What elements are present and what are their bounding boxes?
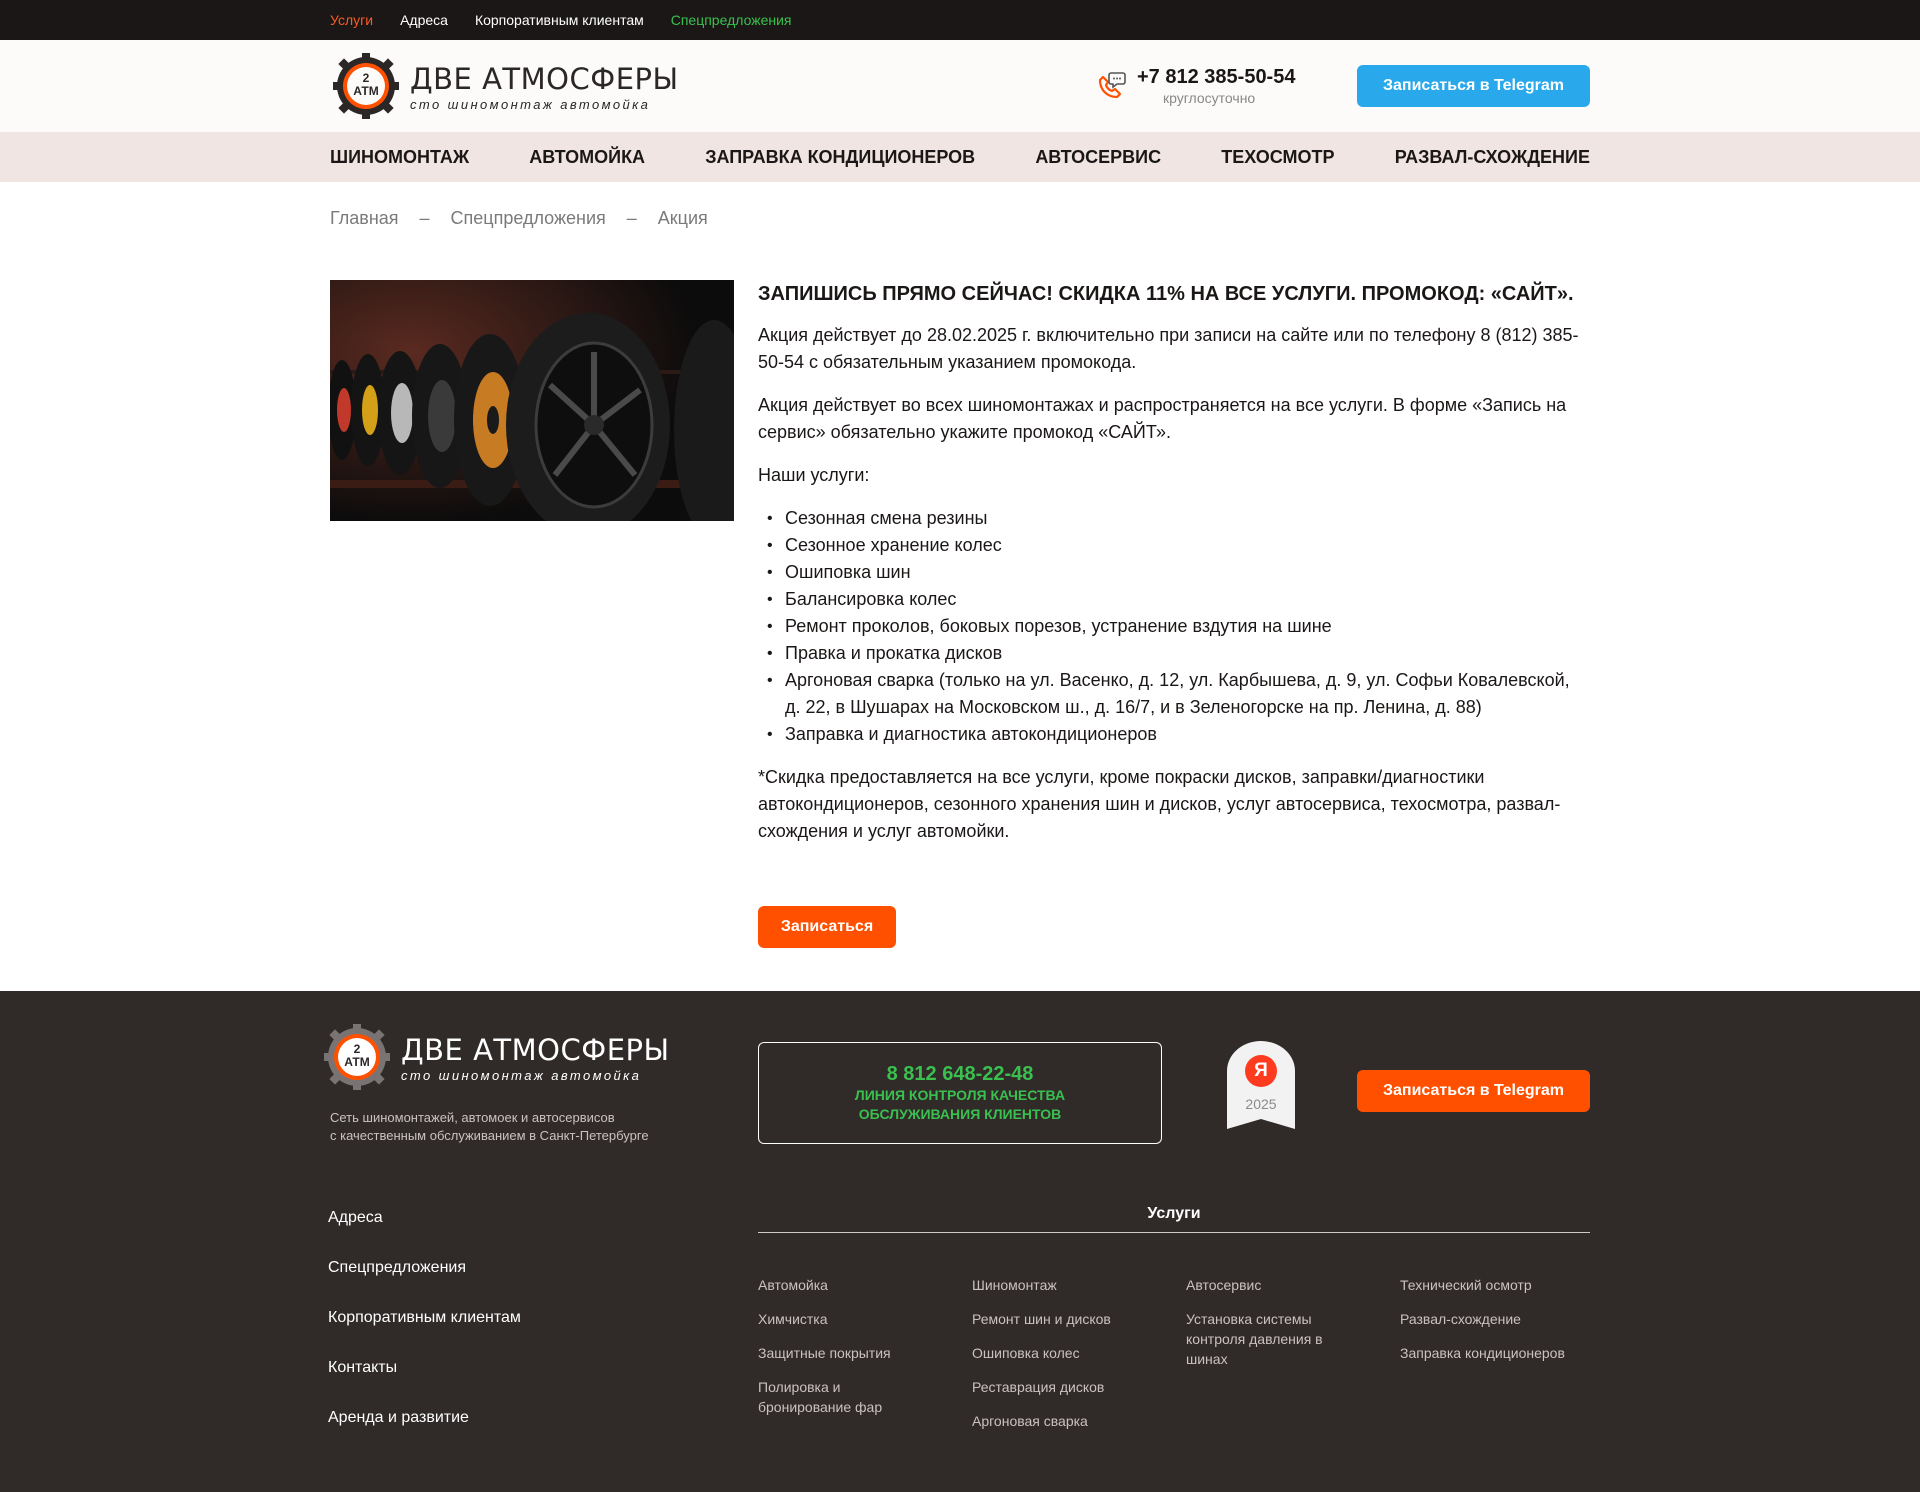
- breadcrumb-current: Акция: [657, 208, 708, 228]
- footer-services-title: Услуги: [758, 1205, 1590, 1233]
- logo-subtitle: сто шиномонтаж автомойка: [410, 97, 651, 112]
- quality-text: Линия контроля качества: [854, 1087, 1066, 1103]
- yandex-rating-badge[interactable]: Я 2025: [1225, 1041, 1297, 1133]
- phone-chat-icon: [1098, 72, 1126, 99]
- logo-title: ДВЕ АТМОСФЕРЫ: [410, 62, 679, 96]
- footer-service-link[interactable]: Технический осмотр: [1400, 1275, 1600, 1295]
- header-phone[interactable]: +7 812 385-50-54 круглосуточно: [1095, 66, 1305, 110]
- footer-description: Сеть шиномонтажей, автомоек и автосервис…: [330, 1109, 649, 1145]
- list-item: Балансировка колес: [758, 586, 1590, 613]
- footer-logo[interactable]: 2 АТМ ДВЕ АТМОСФЕРЫ сто шиномонтаж автом…: [324, 1024, 669, 1090]
- logo-badge: 2 АТМ: [353, 71, 379, 98]
- topbar-link-services[interactable]: Услуги: [330, 12, 373, 28]
- quality-text: обслуживания клиентов: [858, 1106, 1062, 1122]
- footer-service-link[interactable]: Установка системы контроля давления в ши…: [1186, 1309, 1336, 1369]
- breadcrumb-home[interactable]: Главная: [330, 208, 399, 229]
- footer-service-link[interactable]: Аргоновая сварка: [972, 1411, 1142, 1431]
- site-footer: 2 АТМ ДВЕ АТМОСФЕРЫ сто шиномонтаж автом…: [0, 991, 1920, 1492]
- main-nav: Шиномонтаж Автомойка Заправка кондиционе…: [0, 132, 1920, 182]
- breadcrumb: Главная – Спецпредложения – Акция: [330, 208, 708, 229]
- nav-item-wheel-alignment[interactable]: Развал-схождение: [1395, 147, 1590, 168]
- breadcrumb-special-offers[interactable]: Спецпредложения: [451, 208, 606, 229]
- site-header: 2 АТМ ДВЕ АТМОСФЕРЫ сто шиномонтаж автом…: [0, 40, 1920, 132]
- promo-title: Запишись прямо сейчас! Скидка 11% на все…: [758, 283, 1574, 305]
- footer-service-link[interactable]: Ошиповка колес: [972, 1343, 1142, 1363]
- footer-service-link[interactable]: Автосервис: [1186, 1275, 1356, 1295]
- list-item: Ошиповка шин: [758, 559, 1590, 586]
- footer-link-corporate[interactable]: Корпоративным клиентам: [328, 1308, 521, 1327]
- nav-item-inspection[interactable]: Техосмотр: [1221, 147, 1334, 168]
- promo-paragraph: Акция действует во всех шиномонтажах и р…: [758, 395, 1567, 442]
- quality-hotline-box[interactable]: 8 812 648-22-48 Линия контроля качества …: [758, 1042, 1162, 1144]
- topbar-link-special-offers[interactable]: Спецпредложения: [671, 12, 792, 28]
- services-column: Автомойка Химчистка Защитные покрытия По…: [758, 1275, 972, 1431]
- services-list: Сезонная смена резины Сезонное хранение …: [758, 505, 1590, 748]
- footer-link-contacts[interactable]: Контакты: [328, 1358, 521, 1377]
- footer-service-link[interactable]: Защитные покрытия: [758, 1343, 928, 1363]
- phone-number[interactable]: +7 812 385-50-54: [1137, 66, 1295, 89]
- footer-links: Адреса Спецпредложения Корпоративным кли…: [328, 1208, 521, 1427]
- footer-link-addresses[interactable]: Адреса: [328, 1208, 521, 1227]
- footer-link-special-offers[interactable]: Спецпредложения: [328, 1258, 521, 1277]
- footer-service-link[interactable]: Автомойка: [758, 1275, 928, 1295]
- promo-content: Запишись прямо сейчас! Скидка 11% на все…: [758, 280, 1590, 861]
- nav-item-tire-service[interactable]: Шиномонтаж: [330, 147, 469, 168]
- site-logo[interactable]: 2 АТМ ДВЕ АТМОСФЕРЫ сто шиномонтаж автом…: [333, 53, 678, 119]
- breadcrumb-separator: –: [626, 208, 637, 228]
- logo-subtitle: сто шиномонтаж автомойка: [401, 1068, 642, 1083]
- yandex-year: 2025: [1245, 1096, 1277, 1112]
- list-item: Правка и прокатка дисков: [758, 640, 1590, 667]
- services-column: Технический осмотр Развал-схождение Запр…: [1400, 1275, 1614, 1431]
- discount-note: *Скидка предоставляется на все услуги, к…: [758, 767, 1561, 841]
- nav-item-car-service[interactable]: Автосервис: [1035, 147, 1161, 168]
- telegram-signup-button[interactable]: Записаться в Telegram: [1357, 65, 1590, 107]
- list-item: Аргоновая сварка (только на ул. Васенко,…: [758, 667, 1590, 721]
- quality-phone[interactable]: 8 812 648-22-48: [759, 1063, 1161, 1086]
- nav-item-ac-refill[interactable]: Заправка кондиционеров: [705, 147, 975, 168]
- list-item: Ремонт проколов, боковых порезов, устран…: [758, 613, 1590, 640]
- footer-service-link[interactable]: Развал-схождение: [1400, 1309, 1600, 1329]
- breadcrumb-separator: –: [419, 208, 430, 228]
- footer-service-link[interactable]: Ремонт шин и дисков: [972, 1309, 1142, 1329]
- footer-description-line: с качественным обслуживанием в Санкт-Пет…: [330, 1128, 649, 1143]
- topbar-link-corporate[interactable]: Корпоративным клиентам: [475, 12, 644, 28]
- yandex-badge-icon: [1227, 1041, 1295, 1129]
- promo-paragraph: Акция действует до 28.02.2025 г. включит…: [758, 325, 1579, 372]
- yandex-letter: Я: [1254, 1060, 1268, 1081]
- signup-button[interactable]: Записаться: [758, 906, 896, 948]
- services-intro: Наши услуги:: [758, 465, 870, 485]
- footer-service-link[interactable]: Заправка кондиционеров: [1400, 1343, 1600, 1363]
- footer-service-link[interactable]: Реставрация дисков: [972, 1377, 1142, 1397]
- footer-link-rent[interactable]: Аренда и развитие: [328, 1408, 521, 1427]
- footer-description-line: Сеть шиномонтажей, автомоек и автосервис…: [330, 1110, 615, 1125]
- logo-title: ДВЕ АТМОСФЕРЫ: [401, 1033, 670, 1067]
- list-item: Сезонная смена резины: [758, 505, 1590, 532]
- logo-badge: 2 АТМ: [344, 1042, 370, 1069]
- list-item: Сезонное хранение колес: [758, 532, 1590, 559]
- nav-item-car-wash[interactable]: Автомойка: [529, 147, 645, 168]
- footer-service-link[interactable]: Шиномонтаж: [972, 1275, 1142, 1295]
- footer-service-link[interactable]: Полировка и бронирование фар: [758, 1377, 928, 1417]
- telegram-signup-button[interactable]: Записаться в Telegram: [1357, 1070, 1590, 1112]
- topbar-link-addresses[interactable]: Адреса: [400, 12, 448, 28]
- footer-services: Автомойка Химчистка Защитные покрытия По…: [758, 1275, 1618, 1431]
- footer-service-link[interactable]: Химчистка: [758, 1309, 928, 1329]
- services-column: Автосервис Установка системы контроля да…: [1186, 1275, 1400, 1431]
- list-item: Заправка и диагностика автокондиционеров: [758, 721, 1590, 748]
- services-column: Шиномонтаж Ремонт шин и дисков Ошиповка …: [972, 1275, 1186, 1431]
- promo-image-tires: [330, 280, 734, 521]
- phone-hours-note: круглосуточно: [1163, 90, 1256, 106]
- top-bar: Услуги Адреса Корпоративным клиентам Спе…: [0, 0, 1920, 40]
